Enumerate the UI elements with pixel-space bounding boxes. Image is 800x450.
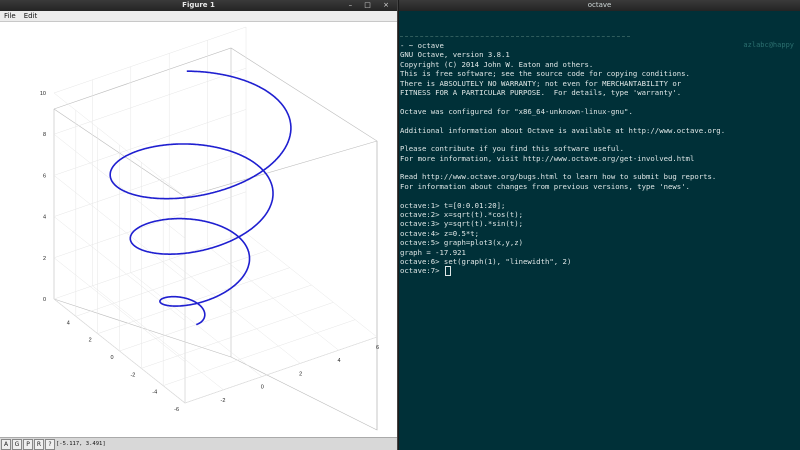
terminal-line: Read http://www.octave.org/bugs.html to … — [400, 172, 717, 182]
grid-line — [245, 232, 378, 338]
terminal-line: graph = -17.921 — [400, 247, 466, 257]
z-tick-label: 10 — [40, 91, 46, 97]
x-tick-label: 4 — [338, 358, 341, 364]
grid-line — [53, 150, 247, 217]
y-tick-label: 0 — [110, 355, 113, 361]
y-tick-label: -6 — [174, 407, 179, 413]
toolbar-help-button[interactable]: ? — [45, 439, 55, 450]
x-tick-label: 2 — [299, 371, 302, 377]
terminal-line: Please contribute if you find this softw… — [400, 144, 625, 154]
toolbar-pan-button[interactable]: P — [23, 439, 33, 450]
grid-line — [53, 109, 247, 176]
z-tick-label: 8 — [43, 132, 46, 138]
grid-line — [163, 319, 356, 386]
grid-line — [53, 67, 247, 135]
terminal-line: This is free software; see the source co… — [400, 69, 690, 79]
grid-lines — [53, 26, 378, 404]
axes-back-edge — [53, 47, 378, 431]
y-tick-label: -2 — [130, 372, 135, 378]
toolbar-grid-button[interactable]: G — [12, 439, 22, 450]
terminal-prompt[interactable]: octave:7> — [400, 266, 800, 277]
terminal-line: GNU Octave, version 3.8.1 — [400, 50, 510, 60]
terminal-cursor — [444, 266, 451, 277]
z-tick-label: 4 — [43, 215, 46, 221]
y-tick-label: 4 — [67, 320, 70, 326]
terminal-hostname: azlabc@happy — [743, 41, 794, 49]
grid-line — [184, 336, 378, 404]
terminal-line: For information about changes from previ… — [400, 181, 690, 191]
terminal-line: Additional information about Octave is a… — [400, 125, 726, 135]
toolbar-autoscale-button[interactable]: A — [1, 439, 11, 450]
figure-menubar: File Edit — [0, 11, 397, 22]
figure-window: Figure 1 – □ × File Edit 0 2 4 6 8 10 4 2 0 -2 -4 -6… — [0, 0, 398, 450]
terminal-output[interactable]: - ~ octave GNU Octave, version 3.8.1 Copyr… — [400, 41, 800, 277]
terminal-line: For more information, visit http://www.o… — [400, 153, 695, 163]
y-tick-label: 2 — [89, 338, 92, 344]
terminal-line: octave:4> z=0.5*t; — [400, 228, 480, 238]
grid-line — [53, 232, 247, 300]
grid-line — [130, 272, 262, 377]
terminal-line: FITNESS FOR A PARTICULAR PURPOSE. For de… — [400, 87, 682, 97]
menu-edit[interactable]: Edit — [24, 12, 38, 20]
terminal-line: octave:2> x=sqrt(t).*cos(t); — [400, 210, 524, 220]
plot3-axes[interactable]: 0 2 4 6 8 10 4 2 0 -2 -4 -6 -2 0 2 4 6 — [0, 22, 398, 438]
prompt-text: octave:7> — [400, 266, 444, 276]
toolbar-rotate-button[interactable]: R — [34, 439, 44, 450]
terminal-line: - ~ octave — [400, 41, 444, 50]
x-tick-label: 0 — [261, 385, 264, 391]
grid-line — [169, 259, 301, 364]
coords-readout: [-5.117, 3.491] — [56, 441, 106, 447]
figure-statusbar: A G P R? [-5.117, 3.491] — [0, 437, 397, 450]
terminal-title: octave — [587, 1, 612, 9]
y-tick-label: -4 — [152, 390, 157, 396]
z-tick-label: 6 — [43, 173, 46, 179]
grid-line — [119, 284, 312, 352]
helix-line — [109, 70, 292, 326]
grid-line — [53, 26, 247, 94]
axes-box — [53, 47, 378, 431]
terminal-line: octave:1> t=[0:0.01:20]; — [400, 200, 506, 210]
terminal-line: octave:6> set(graph(1), "linewidth", 2) — [400, 256, 572, 266]
terminal-line: There is ABSOLUTELY NO WARRANTY; not eve… — [400, 78, 682, 88]
terminal-window: octave - ~ octave GNU Octave, version 3.8… — [399, 0, 800, 450]
grid-line — [207, 246, 339, 351]
z-tick-label: 0 — [43, 297, 46, 303]
menu-file[interactable]: File — [4, 12, 16, 20]
z-tick-label: 2 — [43, 256, 46, 262]
terminal-line: Copyright (C) 2014 John W. Eaton and oth… — [400, 59, 594, 69]
figure-title: Figure 1 — [182, 1, 215, 9]
window-controls[interactable]: – □ × — [349, 0, 394, 11]
terminal-titlebar[interactable]: octave — [399, 0, 800, 11]
terminal-line: octave:5> graph=plot3(x,y,z) — [400, 238, 524, 248]
terminal-line: Octave was configured for "x86_64-unknow… — [400, 106, 633, 116]
prompt-divider — [400, 36, 630, 37]
axes-top-edge — [53, 108, 378, 198]
figure-titlebar[interactable]: Figure 1 – □ × — [0, 0, 397, 11]
x-tick-label: 6 — [376, 345, 379, 351]
terminal-line: octave:3> y=sqrt(t).*sin(t); — [400, 219, 524, 229]
x-tick-label: -2 — [221, 398, 226, 404]
grid-line — [141, 302, 334, 369]
